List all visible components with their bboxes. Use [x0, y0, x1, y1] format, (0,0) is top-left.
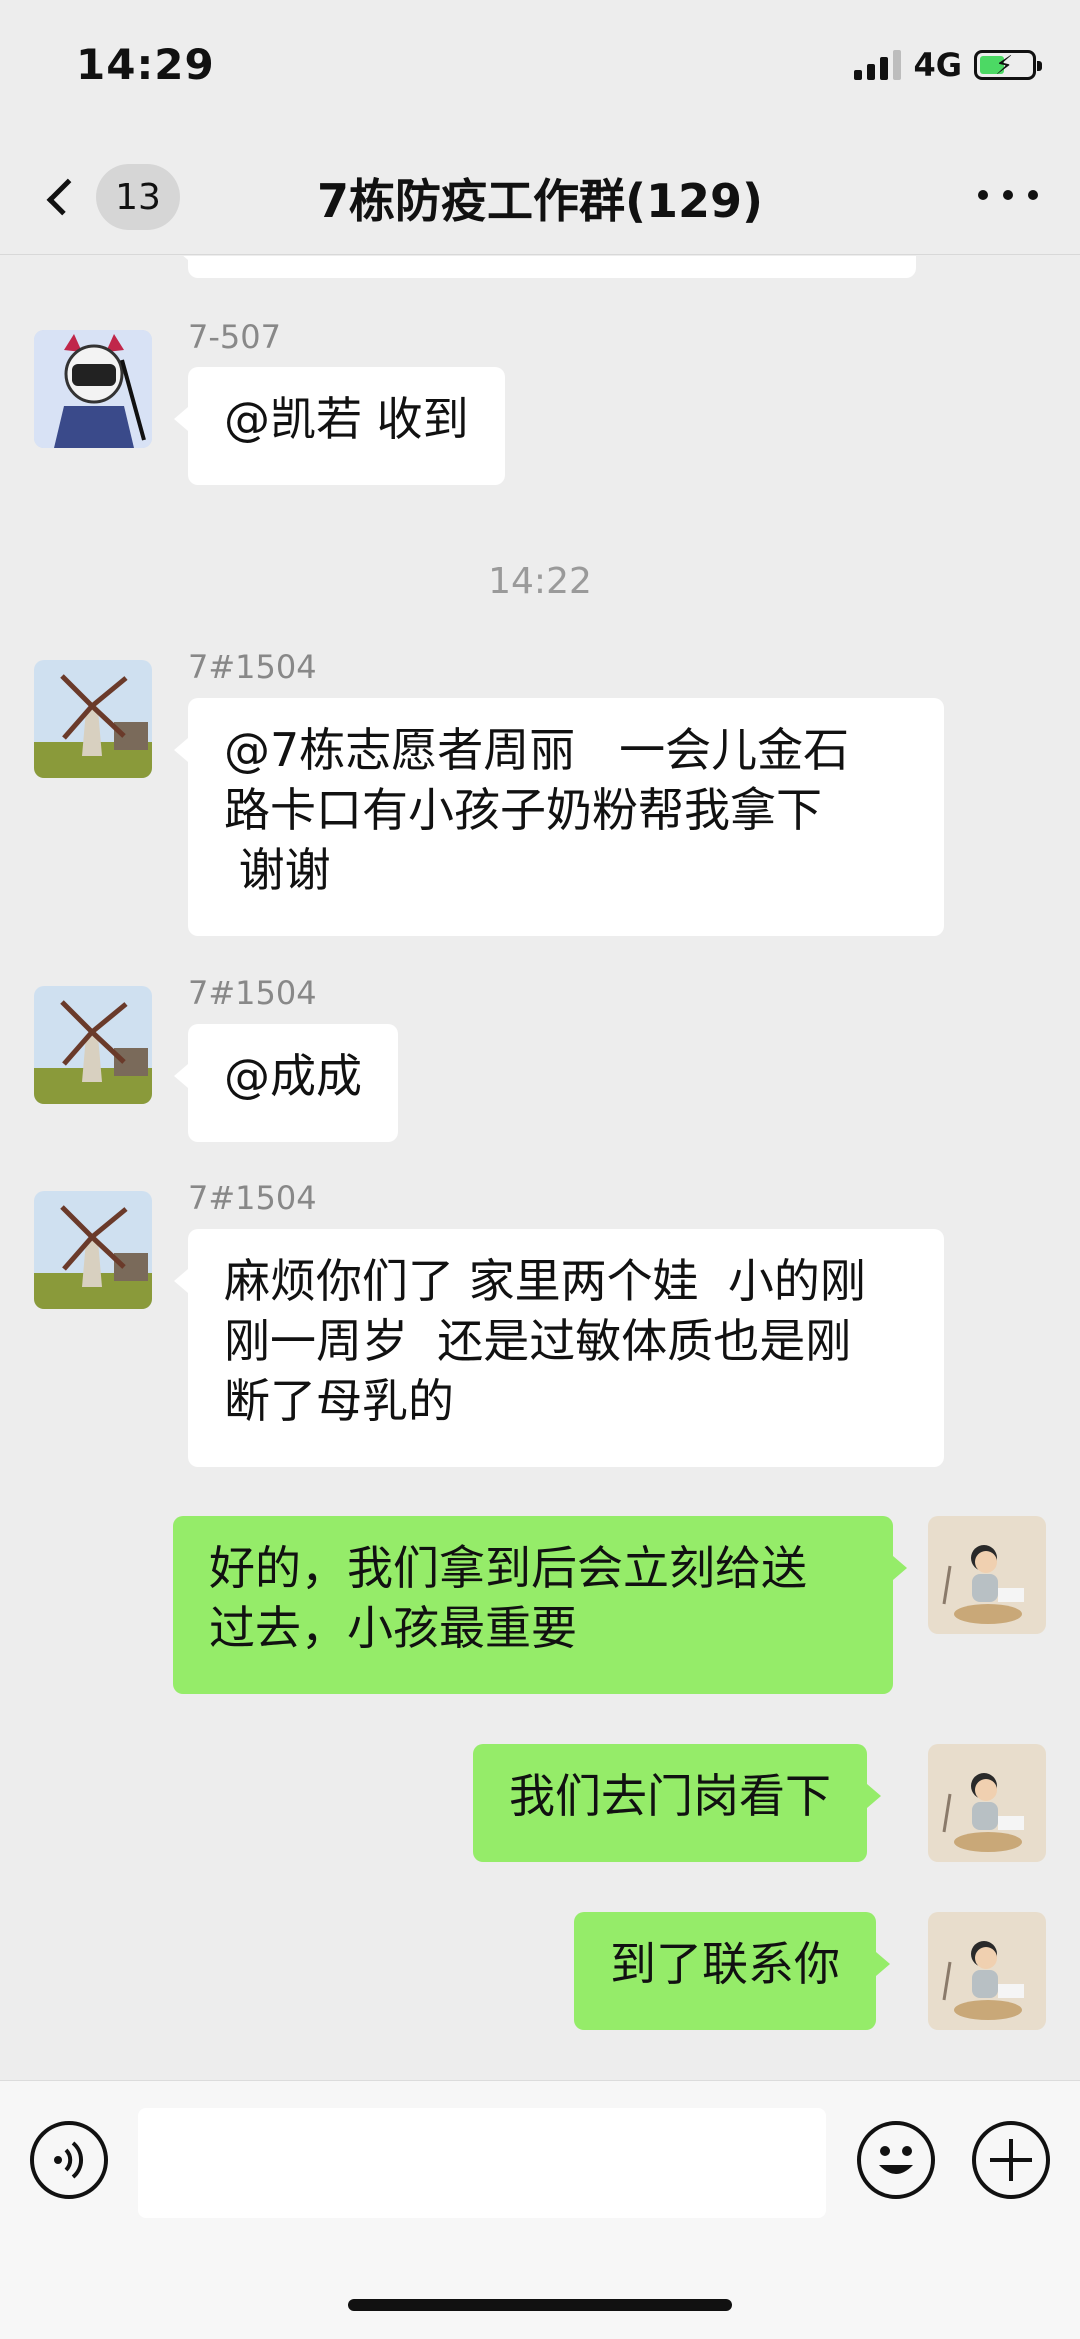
sender-name: 7-507: [188, 318, 281, 356]
network-type: 4G: [913, 46, 962, 84]
child-avatar-icon: [928, 1912, 1046, 2030]
windmill-avatar-icon: [34, 986, 152, 1104]
sender-name: 7#1504: [188, 648, 317, 686]
message-bubble-self[interactable]: 到了联系你: [574, 1912, 890, 2030]
windmill-avatar-icon: [34, 660, 152, 778]
voice-button[interactable]: [30, 2121, 108, 2199]
message-line: @7栋志愿者周丽 一会儿金石: [224, 723, 850, 777]
message-line: 麻烦你们了 家里两个娃 小的刚: [224, 1254, 866, 1308]
avatar-self[interactable]: [928, 1744, 1046, 1862]
home-indicator[interactable]: [348, 2299, 732, 2311]
message-bubble[interactable]: @成成: [174, 1024, 398, 1142]
message-line: 好的，我们拿到后会立刻给送: [209, 1541, 807, 1595]
more-dot-icon: [1028, 190, 1038, 200]
message-input[interactable]: [138, 2108, 826, 2218]
message-line: 刚一周岁 还是过敏体质也是刚: [224, 1314, 852, 1368]
message-line: 断了母乳的: [224, 1374, 454, 1428]
emoji-button[interactable]: [857, 2121, 935, 2199]
message-bubble-self[interactable]: 我们去门岗看下: [473, 1744, 881, 1862]
avatar[interactable]: [34, 1191, 152, 1309]
status-bar: 14:29 4G ⚡: [0, 0, 1080, 135]
avatar-self[interactable]: [928, 1912, 1046, 2030]
windmill-avatar-icon: [34, 1191, 152, 1309]
message-bubble[interactable]: @7栋志愿者周丽 一会儿金石 路卡口有小孩子奶粉帮我拿下 谢谢: [174, 698, 944, 936]
more-options-button[interactable]: [978, 175, 1038, 215]
plus-button[interactable]: [972, 2121, 1050, 2199]
plus-icon: [990, 2139, 1032, 2181]
message-bubble-self[interactable]: 好的，我们拿到后会立刻给送 过去，小孩最重要: [173, 1516, 907, 1694]
signal-icon: [854, 50, 902, 80]
avatar[interactable]: [34, 330, 152, 448]
message-bubble[interactable]: @凯若 收到: [174, 367, 505, 485]
avatar-self[interactable]: [928, 1516, 1046, 1634]
chat-message-list[interactable]: 7-507 @凯若 收到 14:22 7#1504 @7栋志愿者周丽 一会儿金石…: [0, 256, 1080, 2080]
child-avatar-icon: [928, 1744, 1046, 1862]
message-line: 路卡口有小孩子奶粉帮我拿下: [224, 783, 822, 837]
status-time: 14:29: [76, 40, 215, 89]
avatar[interactable]: [34, 986, 152, 1104]
battery-icon: ⚡: [974, 50, 1042, 81]
more-dot-icon: [1003, 190, 1013, 200]
chat-input-bar: [0, 2080, 1080, 2339]
anime-avatar-icon: [34, 330, 152, 448]
voice-icon: [54, 2141, 84, 2179]
avatar[interactable]: [34, 660, 152, 778]
emoji-icon: [879, 2146, 913, 2174]
sender-name: 7#1504: [188, 974, 317, 1012]
more-dot-icon: [978, 190, 988, 200]
message-timestamp: 14:22: [488, 561, 592, 602]
chat-header: 13 7栋防疫工作群(129): [0, 135, 1080, 255]
chat-title: 7栋防疫工作群(129): [316, 174, 764, 228]
message-line: 谢谢: [224, 843, 331, 897]
status-indicators: 4G ⚡: [854, 46, 1042, 84]
message-line: 过去，小孩最重要: [209, 1601, 577, 1655]
partial-message-bubble[interactable]: [174, 256, 916, 278]
child-avatar-icon: [928, 1516, 1046, 1634]
message-bubble[interactable]: 麻烦你们了 家里两个娃 小的刚 刚一周岁 还是过敏体质也是刚 断了母乳的: [174, 1229, 944, 1467]
sender-name: 7#1504: [188, 1179, 317, 1217]
